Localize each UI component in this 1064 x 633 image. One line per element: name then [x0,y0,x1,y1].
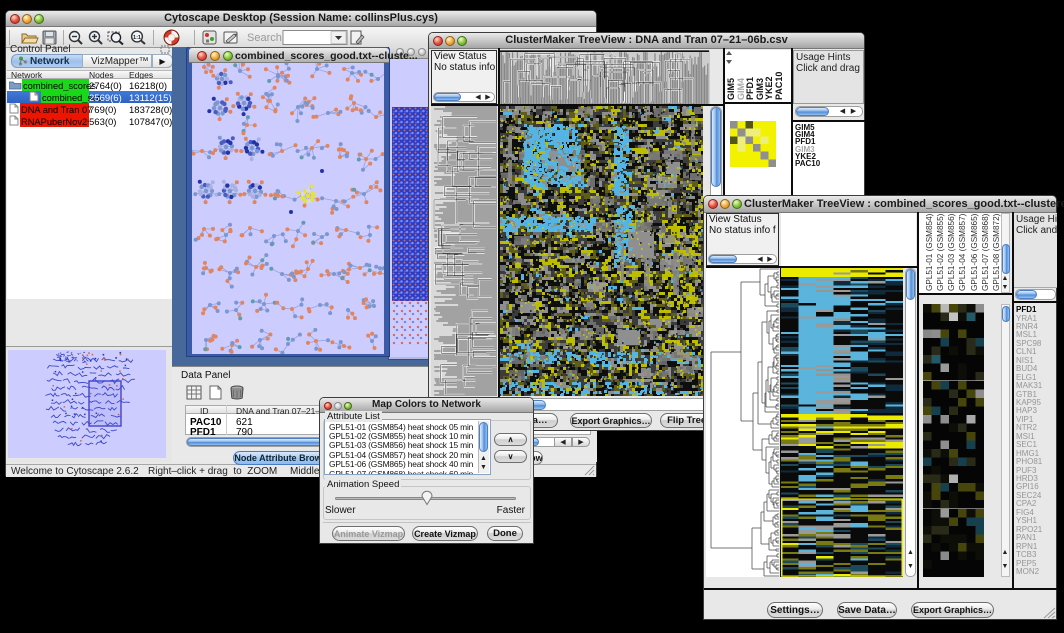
svg-text:Search:: Search: [247,32,285,44]
svg-text:1:1: 1:1 [133,35,141,41]
